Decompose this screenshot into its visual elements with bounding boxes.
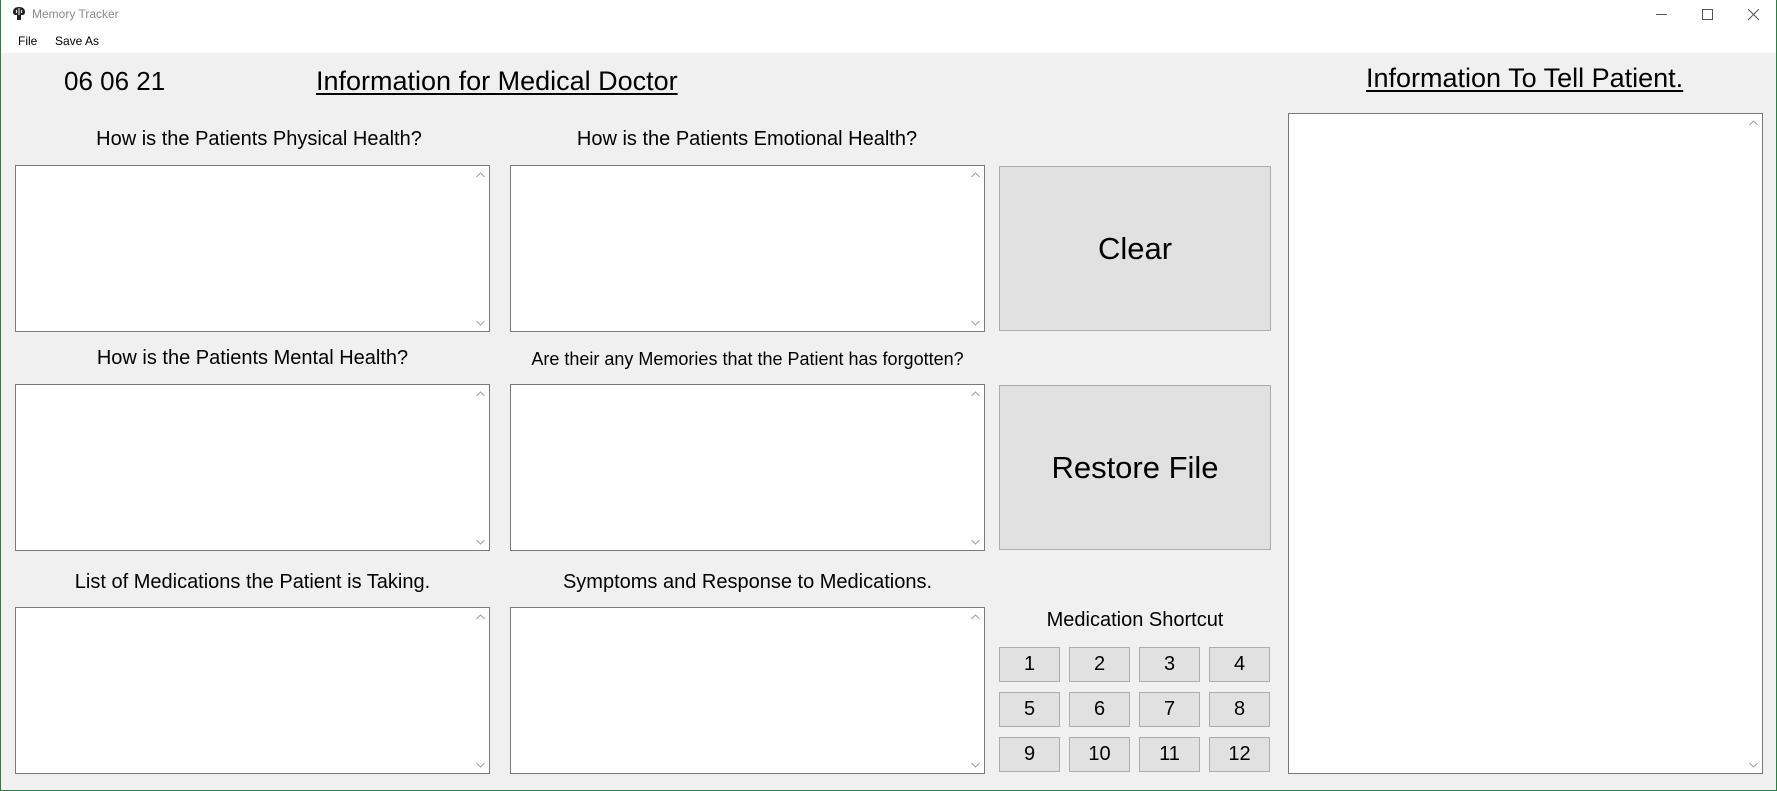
forgotten-memories-input[interactable]: [511, 385, 967, 550]
forgotten-memories-box: [510, 384, 985, 551]
scroll-down-icon[interactable]: [967, 756, 984, 773]
med-shortcut-button-4[interactable]: 4: [1209, 647, 1270, 682]
maximize-button[interactable]: [1684, 0, 1730, 29]
scroll-down-icon[interactable]: [967, 314, 984, 331]
medication-shortcut-title: Medication Shortcut: [1046, 609, 1224, 631]
med-shortcut-button-6[interactable]: 6: [1069, 692, 1130, 727]
brain-icon: [11, 6, 27, 22]
mental-health-scrollbar[interactable]: [472, 385, 489, 550]
scroll-down-icon[interactable]: [472, 533, 489, 550]
scroll-down-icon[interactable]: [967, 533, 984, 550]
mental-health-input[interactable]: [16, 385, 472, 550]
scroll-up-icon[interactable]: [967, 608, 984, 625]
patient-info-input[interactable]: [1289, 114, 1745, 773]
med-shortcut-button-8[interactable]: 8: [1209, 692, 1270, 727]
medications-input[interactable]: [16, 608, 472, 773]
scroll-up-icon[interactable]: [472, 608, 489, 625]
scroll-up-icon[interactable]: [967, 166, 984, 183]
emotional-health-scrollbar[interactable]: [967, 166, 984, 331]
patient-info-box: [1288, 113, 1763, 774]
physical-health-box: [15, 165, 490, 332]
close-icon: [1747, 9, 1759, 20]
scroll-up-icon[interactable]: [967, 385, 984, 402]
physical-health-label: How is the Patients Physical Health?: [96, 128, 422, 150]
med-shortcut-button-3[interactable]: 3: [1139, 647, 1200, 682]
minimize-icon: [1655, 9, 1667, 20]
doctor-heading: Information for Medical Doctor: [316, 66, 678, 96]
emotional-health-input[interactable]: [511, 166, 967, 331]
physical-health-scrollbar[interactable]: [472, 166, 489, 331]
symptoms-scrollbar[interactable]: [967, 608, 984, 773]
patient-heading: Information To Tell Patient.: [1366, 63, 1684, 93]
close-button[interactable]: [1730, 0, 1776, 29]
med-shortcut-button-12[interactable]: 12: [1209, 737, 1270, 772]
symptoms-input[interactable]: [511, 608, 967, 773]
medications-label: List of Medications the Patient is Takin…: [74, 571, 431, 593]
emotional-health-label: How is the Patients Emotional Health?: [576, 128, 918, 150]
maximize-icon: [1701, 9, 1713, 20]
med-shortcut-button-1[interactable]: 1: [999, 647, 1060, 682]
forgotten-memories-label: Are their any Memories that the Patient …: [531, 349, 964, 369]
symptoms-box: [510, 607, 985, 774]
app-window: Memory Tracker File Save As 06 06 21 Inf…: [0, 0, 1777, 791]
medications-scrollbar[interactable]: [472, 608, 489, 773]
physical-health-input[interactable]: [16, 166, 472, 331]
window-title: Memory Tracker: [32, 7, 119, 21]
clear-button[interactable]: Clear: [999, 166, 1271, 331]
date-label: 06 06 21: [64, 66, 166, 96]
med-shortcut-button-2[interactable]: 2: [1069, 647, 1130, 682]
med-shortcut-button-7[interactable]: 7: [1139, 692, 1200, 727]
patient-info-scrollbar[interactable]: [1745, 114, 1762, 773]
scroll-up-icon[interactable]: [472, 166, 489, 183]
med-shortcut-button-9[interactable]: 9: [999, 737, 1060, 772]
menu-bar: File Save As: [1, 29, 1776, 53]
medications-box: [15, 607, 490, 774]
mental-health-box: [15, 384, 490, 551]
scroll-down-icon[interactable]: [1745, 756, 1762, 773]
mental-health-label: How is the Patients Mental Health?: [96, 347, 409, 369]
forgotten-memories-scrollbar[interactable]: [967, 385, 984, 550]
med-shortcut-button-11[interactable]: 11: [1139, 737, 1200, 772]
symptoms-label: Symptoms and Response to Medications.: [562, 571, 933, 593]
menu-save-as[interactable]: Save As: [55, 34, 99, 48]
scroll-up-icon[interactable]: [472, 385, 489, 402]
med-shortcut-button-10[interactable]: 10: [1069, 737, 1130, 772]
menu-file[interactable]: File: [18, 34, 37, 48]
title-bar[interactable]: Memory Tracker: [1, 0, 1776, 29]
scroll-up-icon[interactable]: [1745, 114, 1762, 131]
minimize-button[interactable]: [1638, 0, 1684, 29]
scroll-down-icon[interactable]: [472, 314, 489, 331]
restore-file-button[interactable]: Restore File: [999, 385, 1271, 550]
med-shortcut-button-5[interactable]: 5: [999, 692, 1060, 727]
emotional-health-box: [510, 165, 985, 332]
scroll-down-icon[interactable]: [472, 756, 489, 773]
